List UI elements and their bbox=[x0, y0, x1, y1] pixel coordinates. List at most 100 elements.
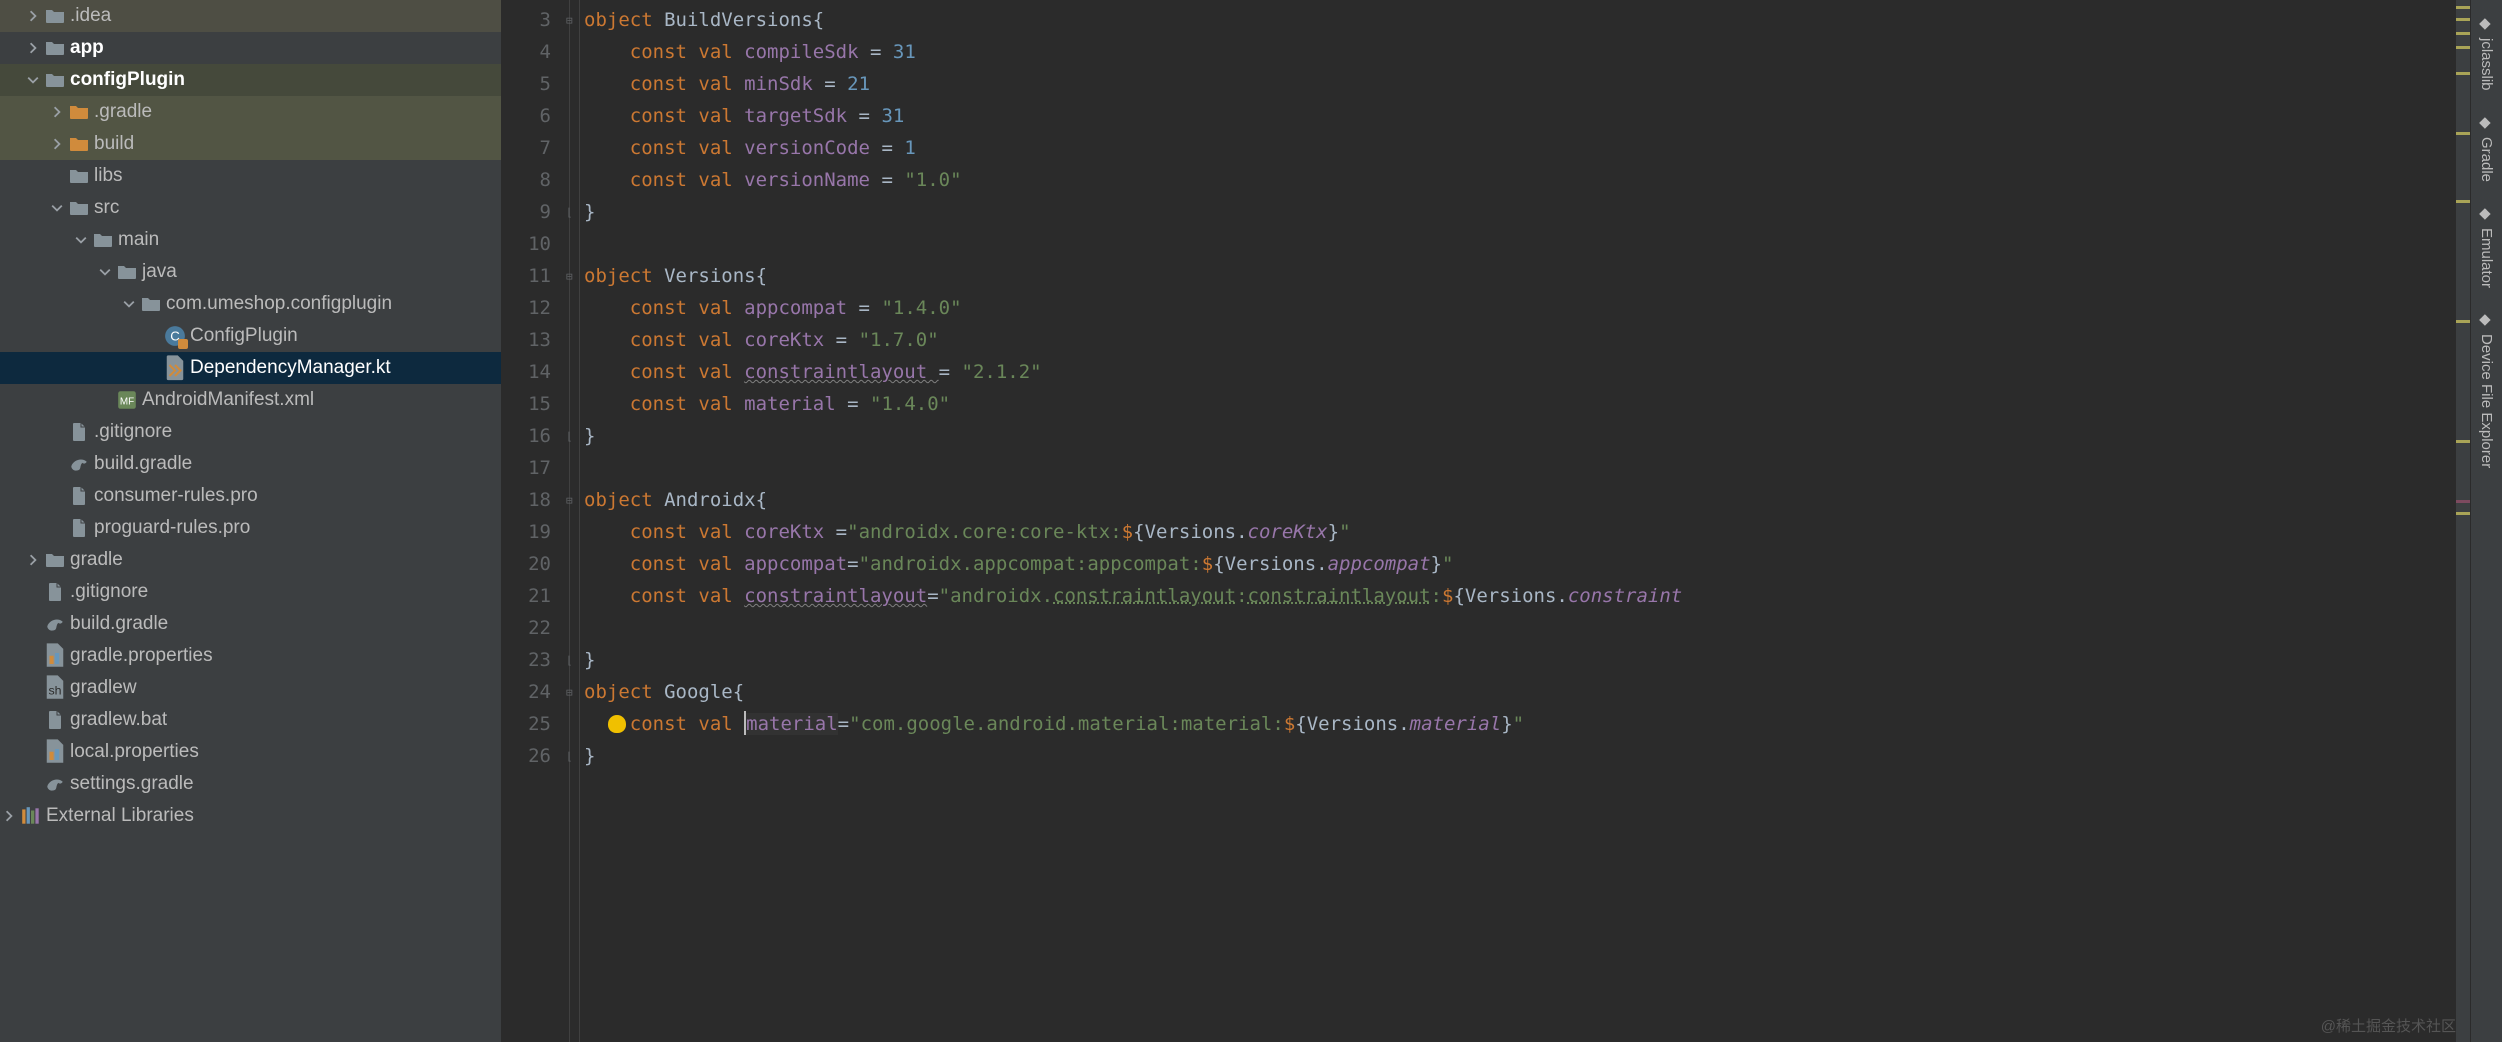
line-number[interactable]: 17 bbox=[502, 452, 569, 484]
fold-toggle-icon[interactable]: ⊟ bbox=[566, 4, 573, 36]
line-number[interactable]: 8 bbox=[502, 164, 569, 196]
code-line[interactable]: } bbox=[584, 420, 2456, 452]
line-number[interactable]: 19 bbox=[502, 516, 569, 548]
scrollbar-marker[interactable] bbox=[2456, 18, 2470, 21]
line-number[interactable]: 25 bbox=[502, 708, 569, 740]
code-line[interactable]: const val appcompat = "1.4.0" bbox=[584, 292, 2456, 324]
fold-column[interactable]: ⊟⌊⊟⌊⊟⌊⊟⌊ bbox=[570, 0, 580, 1042]
chevron-down-icon[interactable] bbox=[26, 73, 40, 87]
tree-item[interactable]: src bbox=[0, 192, 501, 224]
line-number[interactable]: 6 bbox=[502, 100, 569, 132]
line-number[interactable]: 22 bbox=[502, 612, 569, 644]
tree-item[interactable]: consumer-rules.pro bbox=[0, 480, 501, 512]
chevron-down-icon[interactable] bbox=[50, 201, 64, 215]
fold-toggle-icon[interactable]: ⊟ bbox=[566, 676, 573, 708]
tree-item[interactable]: .idea bbox=[0, 0, 501, 32]
tree-item[interactable]: CConfigPlugin bbox=[0, 320, 501, 352]
line-number[interactable]: 13 bbox=[502, 324, 569, 356]
code-line[interactable]: object Versions{ bbox=[584, 260, 2456, 292]
chevron-down-icon[interactable] bbox=[74, 233, 88, 247]
scrollbar-marker[interactable] bbox=[2456, 320, 2470, 323]
tree-item[interactable]: local.properties bbox=[0, 736, 501, 768]
scrollbar-marker[interactable] bbox=[2456, 500, 2470, 503]
code-line[interactable]: } bbox=[584, 740, 2456, 772]
code-line[interactable]: const val constraintlayout = "2.1.2" bbox=[584, 356, 2456, 388]
line-number[interactable]: 21 bbox=[502, 580, 569, 612]
chevron-right-icon[interactable] bbox=[50, 105, 64, 119]
line-number[interactable]: 23 bbox=[502, 644, 569, 676]
editor[interactable]: 3456789101112131415161718192021222324252… bbox=[502, 0, 2470, 1042]
intention-bulb-icon[interactable] bbox=[608, 708, 626, 740]
line-number[interactable]: 11 bbox=[502, 260, 569, 292]
tree-item[interactable]: DependencyManager.kt bbox=[0, 352, 501, 384]
scrollbar-marker[interactable] bbox=[2456, 440, 2470, 443]
tree-item[interactable]: build bbox=[0, 128, 501, 160]
tree-item[interactable]: .gitignore bbox=[0, 416, 501, 448]
code-line[interactable] bbox=[584, 228, 2456, 260]
line-number[interactable]: 5 bbox=[502, 68, 569, 100]
code-line[interactable]: const val coreKtx ="androidx.core:core-k… bbox=[584, 516, 2456, 548]
code-line[interactable]: const val versionName = "1.0" bbox=[584, 164, 2456, 196]
code-area[interactable]: object BuildVersions{ const val compileS… bbox=[580, 0, 2456, 1042]
line-gutter[interactable]: 3456789101112131415161718192021222324252… bbox=[502, 0, 570, 1042]
tool-tab-gradle[interactable]: ◆Gradle bbox=[2474, 103, 2499, 194]
line-number[interactable]: 26 bbox=[502, 740, 569, 772]
code-line[interactable] bbox=[584, 452, 2456, 484]
scrollbar-marker[interactable] bbox=[2456, 6, 2470, 9]
code-line[interactable]: const val material = "1.4.0" bbox=[584, 388, 2456, 420]
code-line[interactable]: object Google{ bbox=[584, 676, 2456, 708]
line-number[interactable]: 15 bbox=[502, 388, 569, 420]
fold-toggle-icon[interactable]: ⊟ bbox=[566, 484, 573, 516]
line-number[interactable]: 10 bbox=[502, 228, 569, 260]
code-line[interactable]: const val coreKtx = "1.7.0" bbox=[584, 324, 2456, 356]
tree-item[interactable]: MFAndroidManifest.xml bbox=[0, 384, 501, 416]
line-number[interactable]: 7 bbox=[502, 132, 569, 164]
code-line[interactable]: const val versionCode = 1 bbox=[584, 132, 2456, 164]
tree-item[interactable]: settings.gradle bbox=[0, 768, 501, 800]
tree-item[interactable]: shgradlew bbox=[0, 672, 501, 704]
chevron-right-icon[interactable] bbox=[26, 9, 40, 23]
scrollbar-marker[interactable] bbox=[2456, 72, 2470, 75]
code-line[interactable]: const val constraintlayout="androidx.con… bbox=[584, 580, 2456, 612]
chevron-down-icon[interactable] bbox=[122, 297, 136, 311]
code-line[interactable]: } bbox=[584, 644, 2456, 676]
scrollbar-marker[interactable] bbox=[2456, 132, 2470, 135]
scrollbar[interactable] bbox=[2456, 0, 2470, 1042]
code-line[interactable]: object BuildVersions{ bbox=[584, 4, 2456, 36]
project-tree[interactable]: .ideaappconfigPlugin.gradlebuildlibssrcm… bbox=[0, 0, 502, 1042]
chevron-down-icon[interactable] bbox=[98, 265, 112, 279]
tree-item[interactable]: gradle.properties bbox=[0, 640, 501, 672]
tree-item[interactable]: java bbox=[0, 256, 501, 288]
line-number[interactable]: 24 bbox=[502, 676, 569, 708]
code-line[interactable]: const val appcompat="androidx.appcompat:… bbox=[584, 548, 2456, 580]
tree-item[interactable]: gradlew.bat bbox=[0, 704, 501, 736]
line-number[interactable]: 3 bbox=[502, 4, 569, 36]
tree-item[interactable]: .gradle bbox=[0, 96, 501, 128]
tree-item[interactable]: app bbox=[0, 32, 501, 64]
chevron-right-icon[interactable] bbox=[50, 137, 64, 151]
tree-item[interactable]: com.umeshop.configplugin bbox=[0, 288, 501, 320]
line-number[interactable]: 9 bbox=[502, 196, 569, 228]
code-line[interactable]: } bbox=[584, 196, 2456, 228]
line-number[interactable]: 14 bbox=[502, 356, 569, 388]
code-line[interactable] bbox=[584, 612, 2456, 644]
tree-item[interactable]: .gitignore bbox=[0, 576, 501, 608]
tree-item[interactable]: gradle bbox=[0, 544, 501, 576]
code-line[interactable]: object Androidx{ bbox=[584, 484, 2456, 516]
tree-item[interactable]: build.gradle bbox=[0, 608, 501, 640]
fold-toggle-icon[interactable]: ⊟ bbox=[566, 260, 573, 292]
right-tool-window-bar[interactable]: ◆jclasslib◆Gradle◆Emulator◆Device File E… bbox=[2470, 0, 2502, 1042]
scrollbar-marker[interactable] bbox=[2456, 32, 2470, 35]
tree-item[interactable]: build.gradle bbox=[0, 448, 501, 480]
line-number[interactable]: 18 bbox=[502, 484, 569, 516]
tree-item[interactable]: proguard-rules.pro bbox=[0, 512, 501, 544]
chevron-right-icon[interactable] bbox=[26, 553, 40, 567]
code-line[interactable]: const val minSdk = 21 bbox=[584, 68, 2456, 100]
tool-tab-jclasslib[interactable]: ◆jclasslib bbox=[2474, 4, 2499, 103]
code-line[interactable]: const val material="com.google.android.m… bbox=[584, 708, 2456, 740]
chevron-right-icon[interactable] bbox=[26, 41, 40, 55]
line-number[interactable]: 12 bbox=[502, 292, 569, 324]
scrollbar-marker[interactable] bbox=[2456, 512, 2470, 515]
tree-item[interactable]: libs bbox=[0, 160, 501, 192]
tree-item[interactable]: main bbox=[0, 224, 501, 256]
